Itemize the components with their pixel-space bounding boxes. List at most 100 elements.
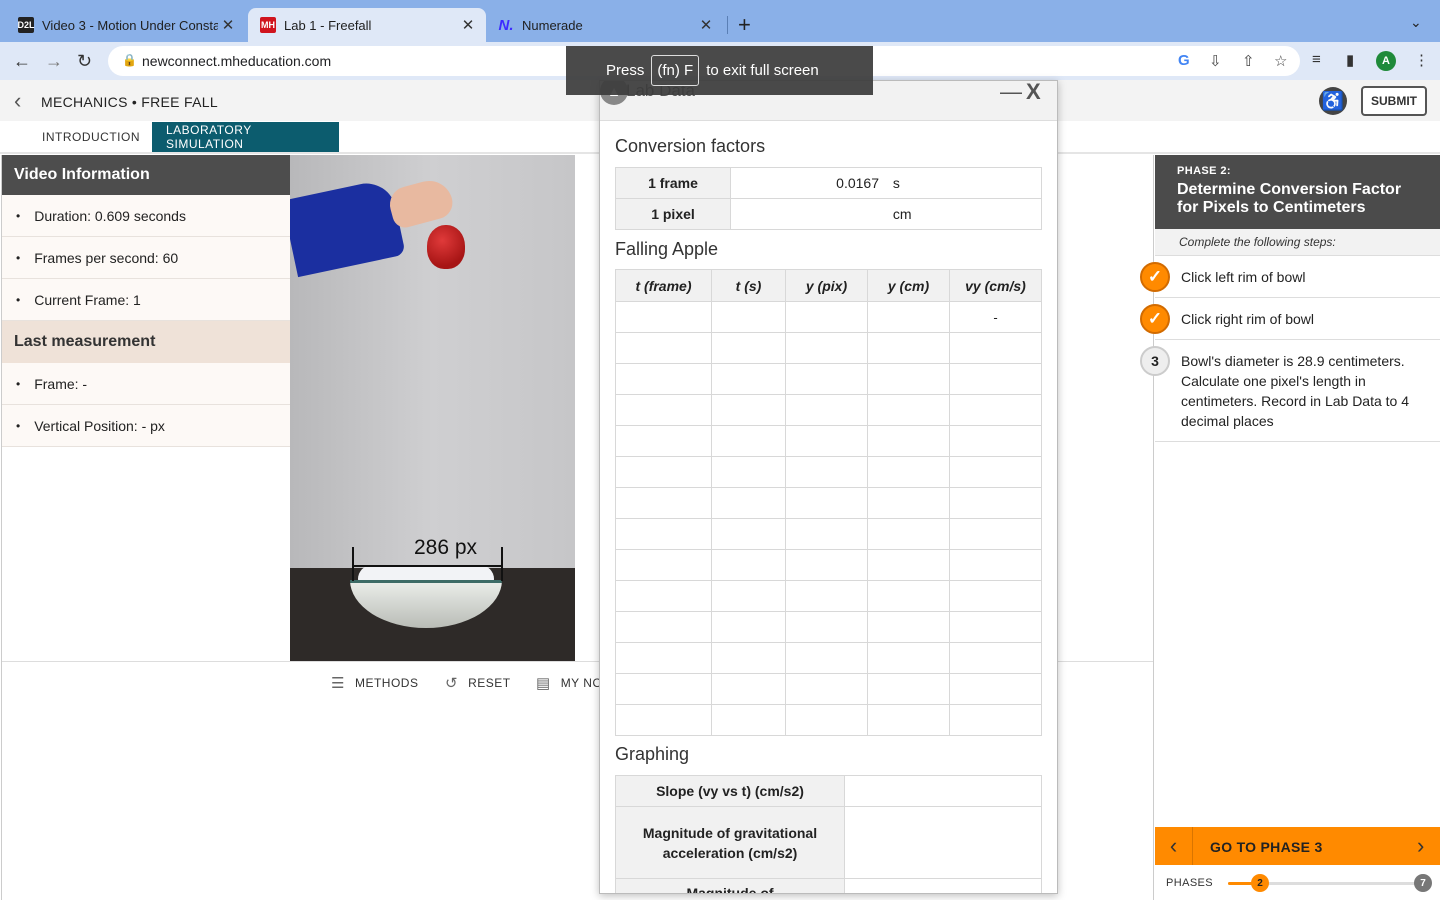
data-cell[interactable]: [711, 518, 786, 550]
tab-laboratory-simulation[interactable]: LABORATORY SIMULATION: [152, 122, 339, 152]
data-cell[interactable]: [949, 425, 1042, 457]
data-cell[interactable]: [615, 704, 712, 736]
data-cell[interactable]: [867, 673, 950, 705]
side-panel-icon[interactable]: ▮: [1346, 51, 1354, 69]
data-cell[interactable]: [949, 456, 1042, 488]
data-cell[interactable]: [615, 642, 712, 674]
data-cell[interactable]: [615, 425, 712, 457]
data-cell[interactable]: [949, 332, 1042, 364]
reset-button[interactable]: ↺ RESET: [445, 674, 511, 692]
data-cell[interactable]: [615, 580, 712, 612]
go-to-phase-button[interactable]: GO TO PHASE 3: [1210, 839, 1323, 855]
data-cell[interactable]: [615, 301, 712, 333]
data-cell[interactable]: [711, 425, 786, 457]
data-cell[interactable]: [949, 704, 1042, 736]
google-icon[interactable]: G: [1178, 52, 1190, 69]
data-cell[interactable]: [711, 394, 786, 426]
data-cell[interactable]: [615, 611, 712, 643]
data-cell[interactable]: [785, 549, 868, 581]
reload-icon[interactable]: ↻: [77, 51, 92, 72]
data-cell[interactable]: [867, 394, 950, 426]
data-cell[interactable]: [711, 487, 786, 519]
data-cell[interactable]: [711, 301, 786, 333]
experiment-video[interactable]: 286 px: [290, 155, 575, 661]
data-cell[interactable]: [867, 363, 950, 395]
data-cell[interactable]: [867, 611, 950, 643]
data-cell[interactable]: [785, 611, 868, 643]
data-cell[interactable]: [867, 487, 950, 519]
data-cell[interactable]: [785, 301, 868, 333]
data-cell[interactable]: [867, 456, 950, 488]
data-cell[interactable]: -: [949, 301, 1042, 333]
pixel-value-input[interactable]: cm: [730, 198, 1042, 230]
accessibility-icon[interactable]: ♿: [1319, 87, 1347, 115]
data-cell[interactable]: [949, 580, 1042, 612]
data-cell[interactable]: [615, 549, 712, 581]
media-queue-icon[interactable]: ≡: [1312, 51, 1321, 68]
data-cell[interactable]: [867, 425, 950, 457]
close-icon[interactable]: ✕: [458, 16, 478, 34]
data-cell[interactable]: [785, 425, 868, 457]
back-chevron-icon[interactable]: ‹: [14, 88, 21, 114]
methods-button[interactable]: ☰ METHODS: [331, 674, 418, 692]
prev-phase-chevron-icon[interactable]: ‹: [1155, 827, 1193, 865]
install-icon[interactable]: ⇩: [1209, 52, 1222, 70]
data-cell[interactable]: [785, 580, 868, 612]
data-cell[interactable]: [949, 611, 1042, 643]
forward-arrow-icon[interactable]: →: [45, 51, 63, 72]
share-icon[interactable]: ⇧: [1242, 52, 1255, 70]
conversion-frame-cell[interactable]: 0.0167 s: [730, 167, 1042, 199]
data-cell[interactable]: [785, 673, 868, 705]
data-cell[interactable]: [949, 549, 1042, 581]
minimize-icon[interactable]: —: [1000, 81, 1022, 105]
close-icon[interactable]: ✕: [696, 16, 716, 34]
profile-avatar[interactable]: A: [1376, 51, 1396, 71]
data-cell[interactable]: [867, 518, 950, 550]
data-cell[interactable]: [949, 518, 1042, 550]
browser-tab-lab1[interactable]: MH Lab 1 - Freefall ✕: [248, 8, 486, 42]
new-tab-icon[interactable]: +: [738, 12, 751, 38]
browser-tab-numerade[interactable]: N. Numerade ✕: [486, 8, 724, 42]
data-cell[interactable]: [711, 580, 786, 612]
data-cell[interactable]: [867, 580, 950, 612]
data-cell[interactable]: [711, 456, 786, 488]
data-cell[interactable]: [867, 301, 950, 333]
data-cell[interactable]: [615, 332, 712, 364]
submit-button[interactable]: SUBMIT: [1361, 86, 1427, 116]
tab-introduction[interactable]: INTRODUCTION: [28, 122, 154, 152]
data-cell[interactable]: [867, 549, 950, 581]
data-cell[interactable]: [711, 549, 786, 581]
data-cell[interactable]: [711, 642, 786, 674]
data-cell[interactable]: [711, 611, 786, 643]
data-cell[interactable]: [867, 704, 950, 736]
data-cell[interactable]: [949, 673, 1042, 705]
slope-input[interactable]: [844, 775, 1042, 807]
kebab-menu-icon[interactable]: ⋮: [1414, 51, 1429, 69]
browser-tab-video3[interactable]: D2L Video 3 - Motion Under Consta ✕: [6, 8, 246, 42]
data-cell[interactable]: [949, 487, 1042, 519]
data-cell[interactable]: [711, 332, 786, 364]
data-cell[interactable]: [949, 394, 1042, 426]
close-icon[interactable]: ✕: [218, 16, 238, 34]
data-cell[interactable]: [785, 332, 868, 364]
data-cell[interactable]: [785, 518, 868, 550]
data-cell[interactable]: [711, 363, 786, 395]
data-cell[interactable]: [785, 487, 868, 519]
next-phase-chevron-icon[interactable]: ›: [1417, 833, 1424, 859]
data-cell[interactable]: [711, 704, 786, 736]
magnitude-input[interactable]: [844, 878, 1042, 893]
data-cell[interactable]: [785, 363, 868, 395]
data-cell[interactable]: [615, 394, 712, 426]
data-cell[interactable]: [615, 456, 712, 488]
gravity-magnitude-input[interactable]: [844, 806, 1042, 879]
my-notes-button[interactable]: ▤ MY NO: [536, 674, 602, 692]
data-cell[interactable]: [615, 487, 712, 519]
data-cell[interactable]: [615, 363, 712, 395]
data-cell[interactable]: [949, 642, 1042, 674]
data-cell[interactable]: [867, 642, 950, 674]
data-cell[interactable]: [615, 673, 712, 705]
data-cell[interactable]: [867, 332, 950, 364]
back-arrow-icon[interactable]: ←: [13, 51, 31, 72]
close-icon[interactable]: X: [1026, 81, 1041, 105]
bookmark-star-icon[interactable]: ☆: [1274, 52, 1287, 70]
